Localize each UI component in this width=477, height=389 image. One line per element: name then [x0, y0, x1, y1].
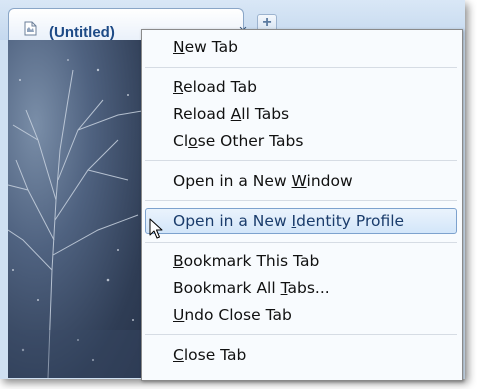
- page-icon: [24, 21, 37, 36]
- menu-item-reload-tab[interactable]: Reload Tab: [173, 78, 257, 96]
- menu-item-open-identity-profile[interactable]: Open in a New Identity Profile: [173, 212, 404, 230]
- menu-item-new-tab[interactable]: New Tab: [173, 38, 238, 56]
- menu-separator: [145, 160, 457, 161]
- menu-item-open-new-window[interactable]: Open in a New Window: [173, 172, 353, 190]
- menu-item-close-other-tabs[interactable]: Close Other Tabs: [173, 132, 303, 150]
- menu-separator: [145, 334, 457, 335]
- menu-separator: [145, 200, 457, 201]
- tab-title: (Untitled): [49, 24, 115, 41]
- tab-context-menu: New Tab Reload Tab Reload All Tabs Close…: [141, 29, 463, 381]
- menu-separator: [145, 242, 457, 243]
- menu-separator: [145, 67, 457, 68]
- menu-item-bookmark-tab[interactable]: Bookmark This Tab: [173, 252, 319, 270]
- menu-item-undo-close-tab[interactable]: Undo Close Tab: [173, 306, 292, 324]
- menu-item-close-tab[interactable]: Close Tab: [173, 346, 246, 364]
- mouse-cursor-icon: [149, 218, 163, 245]
- menu-item-bookmark-all-tabs[interactable]: Bookmark All Tabs...: [173, 279, 330, 297]
- menu-item-reload-all-tabs[interactable]: Reload All Tabs: [173, 105, 289, 123]
- page-content-image: [8, 40, 148, 378]
